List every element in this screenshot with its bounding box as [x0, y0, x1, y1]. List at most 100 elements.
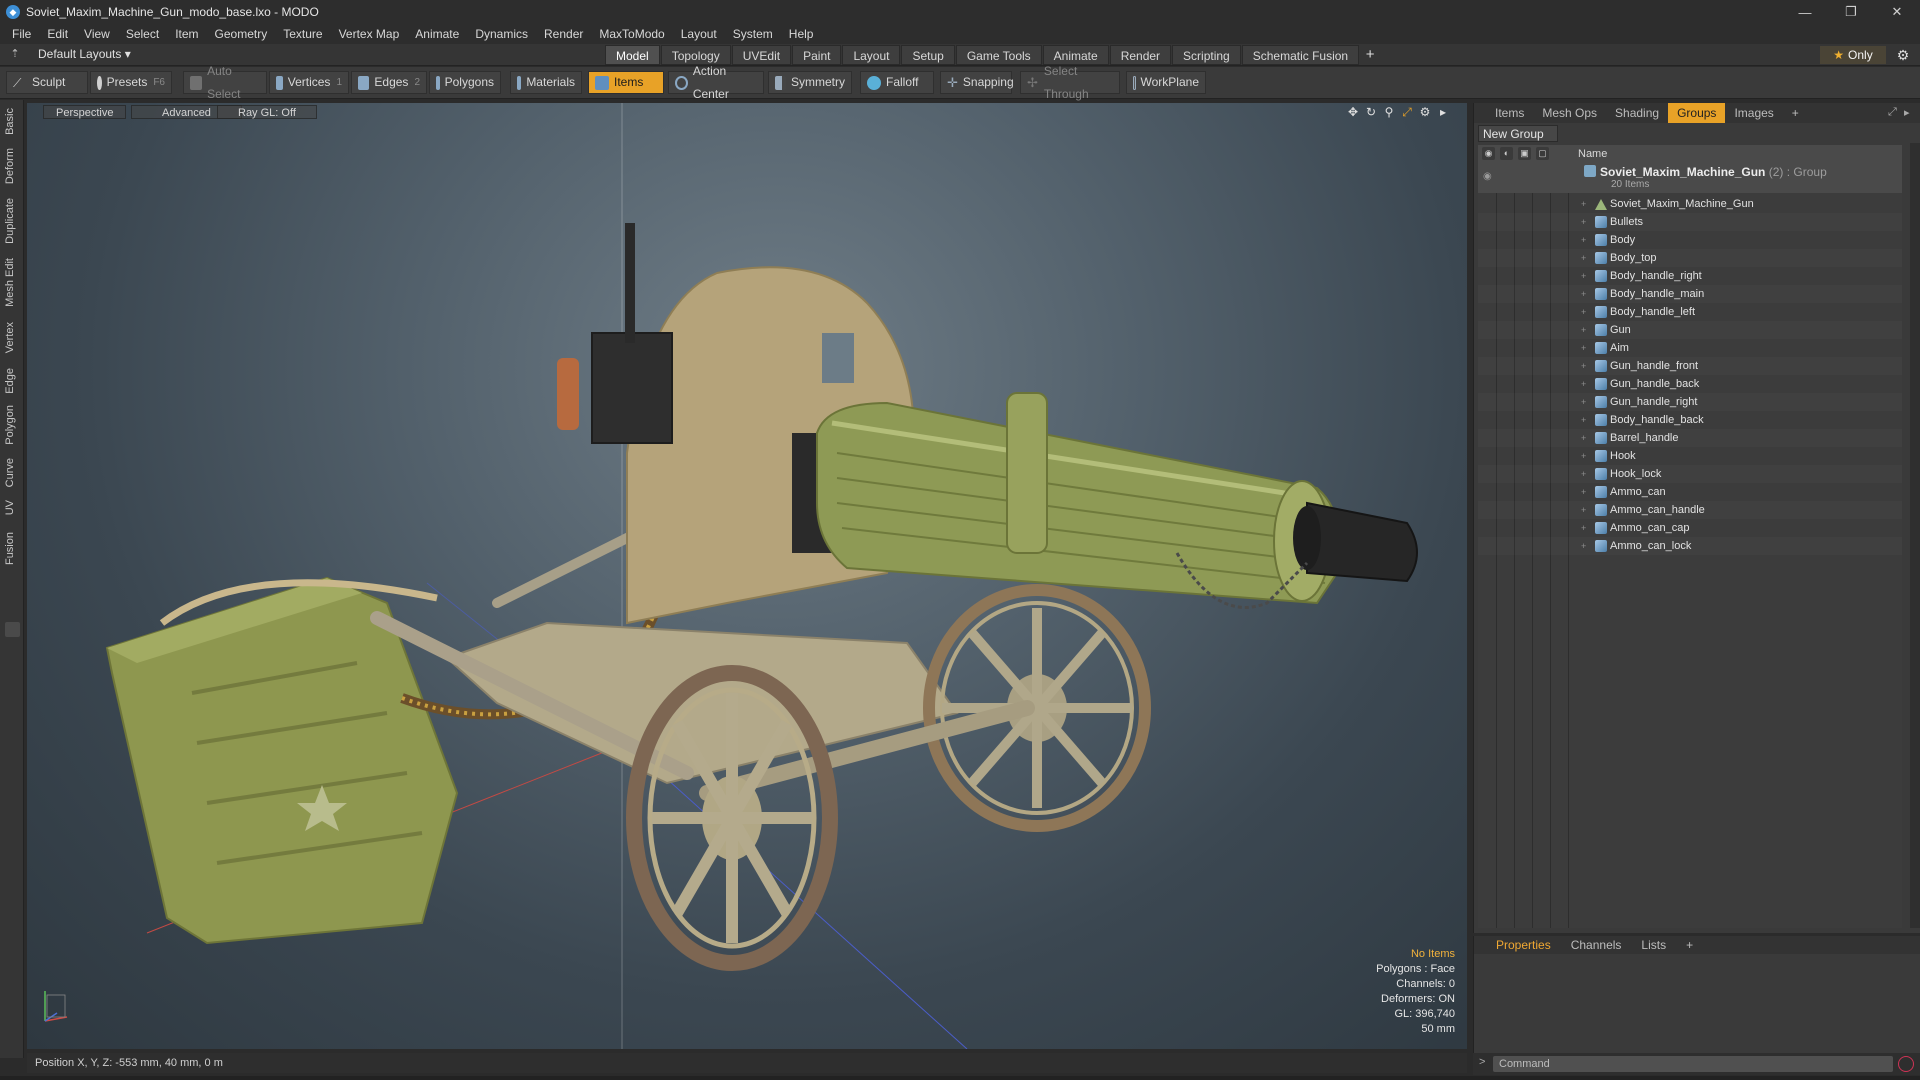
- falloff-button[interactable]: Falloff: [860, 71, 934, 94]
- list-item[interactable]: + Barrel_handle: [1478, 429, 1902, 447]
- menu-dynamics[interactable]: Dynamics: [467, 24, 536, 44]
- restore-icon[interactable]: ❐: [1828, 0, 1874, 24]
- menu-animate[interactable]: Animate: [407, 24, 467, 44]
- list-item[interactable]: + Body_handle_right: [1478, 267, 1902, 285]
- expand-icon[interactable]: +: [1581, 213, 1586, 231]
- raygl-button[interactable]: Ray GL: Off: [217, 105, 317, 119]
- tab-paint[interactable]: Paint: [792, 45, 842, 65]
- auto-select-button[interactable]: Auto Select: [183, 64, 267, 101]
- expand-icon[interactable]: +: [1581, 249, 1586, 267]
- group-row[interactable]: ◉ Soviet_Maxim_Machine_Gun (2) : Group 2…: [1478, 163, 1902, 193]
- workplane-button[interactable]: WorkPlane: [1126, 71, 1206, 94]
- menu-geometry[interactable]: Geometry: [207, 24, 276, 44]
- expand-icon[interactable]: +: [1581, 285, 1586, 303]
- vtab-edge[interactable]: Edge: [4, 368, 20, 394]
- viewport-expand-icon[interactable]: ▸: [1435, 105, 1451, 119]
- list-item[interactable]: + Gun_handle_back: [1478, 375, 1902, 393]
- tab-layout[interactable]: Layout: [842, 45, 901, 65]
- tab-channels[interactable]: Channels: [1561, 936, 1632, 954]
- list-item[interactable]: + Ammo_can_cap: [1478, 519, 1902, 537]
- list-item[interactable]: + Hook_lock: [1478, 465, 1902, 483]
- tab-game-tools[interactable]: Game Tools: [955, 45, 1042, 65]
- tab-mesh-ops[interactable]: Mesh Ops: [1533, 103, 1606, 123]
- move-view-icon[interactable]: ✥: [1345, 105, 1361, 119]
- list-item[interactable]: + Gun_handle_front: [1478, 357, 1902, 375]
- new-group-button[interactable]: New Group: [1478, 125, 1558, 142]
- vtab-mesh-edit[interactable]: Mesh Edit: [4, 258, 20, 307]
- tab-images[interactable]: Images: [1725, 103, 1782, 123]
- menu-render[interactable]: Render: [536, 24, 591, 44]
- rotate-view-icon[interactable]: ↻: [1363, 105, 1379, 119]
- expand-icon[interactable]: +: [1581, 537, 1586, 555]
- render-col-icon[interactable]: ◐: [1500, 147, 1513, 160]
- list-item[interactable]: + Ammo_can_handle: [1478, 501, 1902, 519]
- expand-icon[interactable]: +: [1581, 303, 1586, 321]
- presets-button[interactable]: Presets F6: [90, 71, 172, 94]
- vtab-polygon[interactable]: Polygon: [4, 405, 20, 445]
- minimize-icon[interactable]: —: [1782, 0, 1828, 24]
- expand-icon[interactable]: +: [1581, 447, 1586, 465]
- viewport-settings-icon[interactable]: ⚙: [1417, 105, 1433, 119]
- expand-icon[interactable]: +: [1581, 483, 1586, 501]
- symmetry-button[interactable]: Symmetry: [768, 71, 852, 94]
- visibility-col-icon[interactable]: ◉: [1482, 147, 1495, 160]
- vertices-button[interactable]: Vertices 1: [269, 71, 349, 94]
- list-item[interactable]: + Gun: [1478, 321, 1902, 339]
- menu-texture[interactable]: Texture: [275, 24, 330, 44]
- menu-file[interactable]: File: [4, 24, 39, 44]
- zoom-view-icon[interactable]: ⚲: [1381, 105, 1397, 119]
- vtab-vertex[interactable]: Vertex: [4, 322, 20, 353]
- list-item[interactable]: + Body_handle_back: [1478, 411, 1902, 429]
- tab-render[interactable]: Render: [1109, 45, 1172, 65]
- edges-button[interactable]: Edges 2: [351, 71, 427, 94]
- expand-icon[interactable]: +: [1581, 519, 1586, 537]
- expand-icon[interactable]: +: [1581, 375, 1586, 393]
- expand-icon[interactable]: +: [1581, 393, 1586, 411]
- tab-setup[interactable]: Setup: [901, 45, 955, 65]
- gear-icon[interactable]: ⚙: [1894, 46, 1912, 64]
- add-panel-tab-icon[interactable]: +: [1783, 103, 1808, 123]
- expand-icon[interactable]: +: [1581, 465, 1586, 483]
- expand-icon[interactable]: +: [1581, 357, 1586, 375]
- vtab-deform[interactable]: Deform: [4, 148, 20, 184]
- menu-help[interactable]: Help: [781, 24, 822, 44]
- menu-view[interactable]: View: [76, 24, 118, 44]
- menu-item[interactable]: Item: [167, 24, 206, 44]
- tab-items[interactable]: Items: [1486, 103, 1533, 123]
- select-through-button[interactable]: ✢ Select Through: [1020, 64, 1120, 101]
- vtab-uv[interactable]: UV: [4, 500, 20, 515]
- tab-lists[interactable]: Lists: [1631, 936, 1676, 954]
- strip-toggle-button[interactable]: [5, 622, 20, 637]
- vtab-duplicate[interactable]: Duplicate: [4, 198, 20, 244]
- menu-vertex-map[interactable]: Vertex Map: [331, 24, 408, 44]
- list-item[interactable]: + Body_top: [1478, 249, 1902, 267]
- close-icon[interactable]: ✕: [1874, 0, 1920, 24]
- vtab-basic[interactable]: Basic: [4, 108, 20, 135]
- action-center-button[interactable]: Action Center: [668, 64, 764, 101]
- menu-layout[interactable]: Layout: [673, 24, 725, 44]
- materials-button[interactable]: Materials: [510, 71, 582, 94]
- tab-groups[interactable]: Groups: [1668, 103, 1726, 123]
- only-button[interactable]: ★ Only: [1820, 46, 1886, 64]
- expand-icon[interactable]: +: [1581, 195, 1586, 213]
- menu-select[interactable]: Select: [118, 24, 167, 44]
- expand-icon[interactable]: +: [1581, 411, 1586, 429]
- add-tab-icon[interactable]: +: [1360, 45, 1380, 65]
- expand-icon[interactable]: +: [1581, 231, 1586, 249]
- expand-icon[interactable]: +: [1581, 267, 1586, 285]
- tab-scripting[interactable]: Scripting: [1172, 45, 1241, 65]
- list-scrollbar[interactable]: [1910, 143, 1920, 928]
- add-props-tab-icon[interactable]: +: [1676, 936, 1703, 954]
- clear-command-icon[interactable]: [1898, 1056, 1914, 1072]
- lock-col-icon[interactable]: ▣: [1518, 147, 1531, 160]
- list-item[interactable]: + Gun_handle_right: [1478, 393, 1902, 411]
- expand-icon[interactable]: +: [1581, 501, 1586, 519]
- panel-menu-icon[interactable]: ▸: [1904, 106, 1918, 120]
- layout-arrow-icon[interactable]: ⇡: [8, 47, 22, 61]
- list-item[interactable]: + Body_handle_main: [1478, 285, 1902, 303]
- list-item[interactable]: + Ammo_can: [1478, 483, 1902, 501]
- menu-system[interactable]: System: [725, 24, 781, 44]
- items-button[interactable]: Items: [588, 71, 664, 94]
- list-item[interactable]: + Bullets: [1478, 213, 1902, 231]
- command-input[interactable]: Command: [1493, 1056, 1893, 1072]
